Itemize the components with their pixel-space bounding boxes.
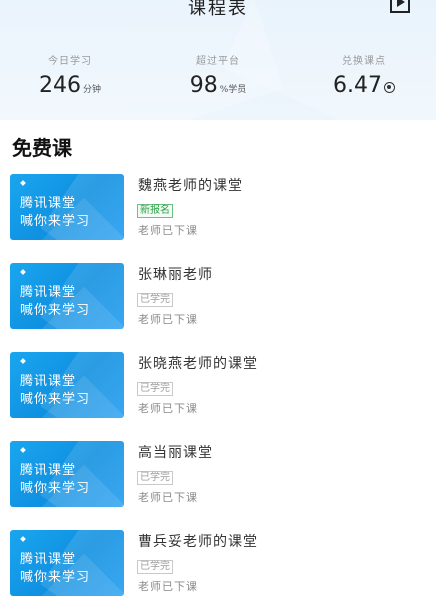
thumbnail-logo-icon <box>20 269 26 275</box>
play-icon[interactable] <box>390 0 410 13</box>
course-name: 魏燕老师的课堂 <box>138 178 243 194</box>
status-badge: 新报名 <box>137 204 173 218</box>
thumbnail-logo-icon <box>20 358 26 364</box>
course-item[interactable]: 腾讯课堂 喊你来学习 曹兵妥老师的课堂 已学完 老师已下课 <box>0 530 436 610</box>
thumbnail-text: 喊你来学习 <box>20 481 91 496</box>
thumbnail-text: 喊你来学习 <box>20 570 91 585</box>
section-title: 免费课 <box>12 136 72 160</box>
coin-icon <box>383 82 395 93</box>
thumbnail-text: 喊你来学习 <box>20 303 91 318</box>
stat-value: 246 分钟 <box>38 73 101 98</box>
thumbnail-text: 腾讯课堂 <box>20 552 77 567</box>
stat-value: 6.47 <box>294 73 434 98</box>
thumbnail-text: 腾讯课堂 <box>20 285 77 300</box>
thumbnail-text: 喊你来学习 <box>20 392 91 407</box>
course-status: 老师已下课 <box>138 402 198 415</box>
course-item[interactable]: 腾讯课堂 喊你来学习 魏燕老师的课堂 新报名 老师已下课 <box>0 174 436 254</box>
course-name: 曹兵妥老师的课堂 <box>138 534 258 550</box>
status-badge: 已学完 <box>137 293 173 307</box>
course-status: 老师已下课 <box>138 313 198 326</box>
course-status: 老师已下课 <box>138 491 198 504</box>
status-badge: 已学完 <box>137 382 173 396</box>
stat-today-study: 今日学习 246 分钟 <box>0 52 140 98</box>
thumbnail-text: 腾讯课堂 <box>20 463 77 478</box>
thumbnail-text: 腾讯课堂 <box>20 196 77 211</box>
status-badge: 已学完 <box>137 560 173 574</box>
page-title: 课程表 <box>188 0 248 19</box>
status-badge: 已学完 <box>137 471 173 485</box>
stat-course-points[interactable]: 兑换课点 6.47 <box>294 52 434 98</box>
course-item[interactable]: 腾讯课堂 喊你来学习 张琳丽老师 已学完 老师已下课 <box>0 263 436 343</box>
course-thumbnail[interactable]: 腾讯课堂 喊你来学习 <box>10 174 124 240</box>
course-name: 张晓燕老师的课堂 <box>138 356 258 372</box>
course-item[interactable]: 腾讯课堂 喊你来学习 张晓燕老师的课堂 已学完 老师已下课 <box>0 352 436 432</box>
thumbnail-logo-icon <box>20 447 26 453</box>
course-name: 张琳丽老师 <box>138 267 213 283</box>
course-thumbnail[interactable]: 腾讯课堂 喊你来学习 <box>10 530 124 596</box>
course-thumbnail[interactable]: 腾讯课堂 喊你来学习 <box>10 352 124 418</box>
course-status: 老师已下课 <box>138 580 198 593</box>
stat-label: 今日学习 <box>48 56 92 67</box>
course-status: 老师已下课 <box>138 224 198 237</box>
thumbnail-logo-icon <box>20 536 26 542</box>
stat-label: 超过平台 <box>196 56 240 67</box>
stat-label: 兑换课点 <box>342 56 386 67</box>
thumbnail-text: 腾讯课堂 <box>20 374 77 389</box>
header: 课程表 今日学习 246 分钟 超过平台 98 %学员 兑换课点 6.47 <box>0 0 436 120</box>
thumbnail-text: 喊你来学习 <box>20 214 91 229</box>
thumbnail-logo-icon <box>20 180 26 186</box>
course-name: 高当丽课堂 <box>138 445 213 461</box>
course-thumbnail[interactable]: 腾讯课堂 喊你来学习 <box>10 263 124 329</box>
course-item[interactable]: 腾讯课堂 喊你来学习 高当丽课堂 已学完 老师已下课 <box>0 441 436 521</box>
course-thumbnail[interactable]: 腾讯课堂 喊你来学习 <box>10 441 124 507</box>
stat-value: 98 %学员 <box>189 73 247 98</box>
stat-exceed-platform: 超过平台 98 %学员 <box>148 52 288 98</box>
